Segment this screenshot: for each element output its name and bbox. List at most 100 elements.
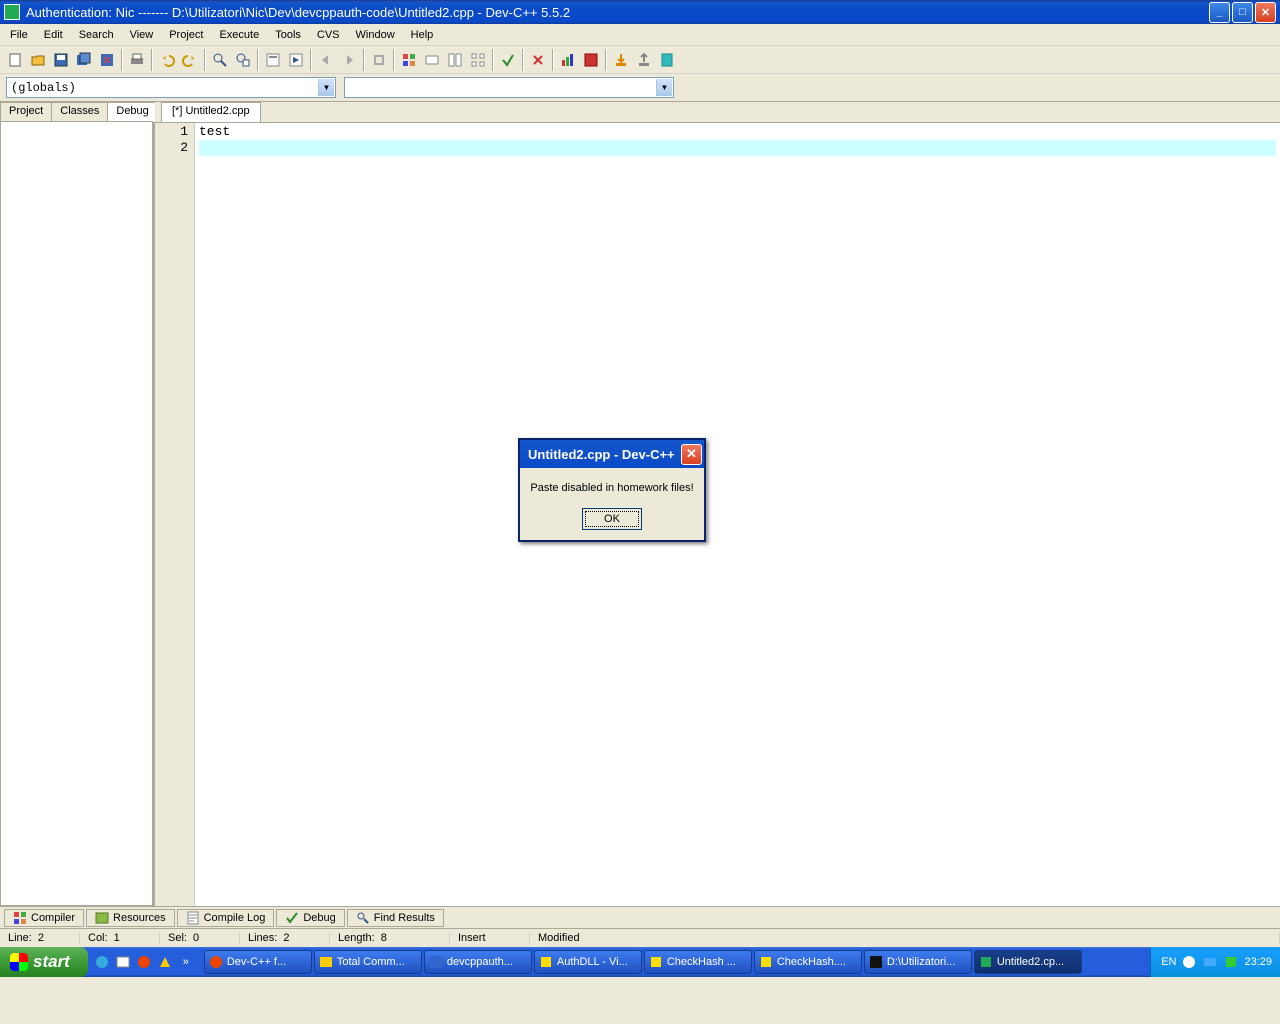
tab-find-results[interactable]: Find Results: [347, 909, 444, 927]
quick-launch-item[interactable]: [113, 952, 133, 972]
language-indicator[interactable]: EN: [1161, 956, 1176, 968]
tray-icon[interactable]: [1202, 954, 1218, 970]
taskbar-item[interactable]: D:\Utilizatori...: [864, 950, 972, 974]
chevron-down-icon[interactable]: ▾: [656, 79, 672, 96]
find-icon: [356, 911, 370, 925]
print-button[interactable]: [126, 49, 148, 71]
taskbar-item[interactable]: AuthDLL - Vi...: [534, 950, 642, 974]
code-line: [199, 140, 1276, 156]
app-icon: [4, 4, 20, 20]
tab-debug[interactable]: Debug: [107, 102, 157, 122]
code-editor[interactable]: 1 2 test: [155, 122, 1280, 906]
toolbar-sep: [393, 49, 395, 71]
chevron-down-icon[interactable]: ▾: [318, 79, 334, 96]
clock[interactable]: 23:29: [1244, 956, 1272, 968]
quick-launch-more[interactable]: »: [176, 952, 196, 972]
minimize-button[interactable]: _: [1209, 2, 1230, 23]
taskbar-item-label: devcppauth...: [447, 956, 513, 968]
dialog-close-button[interactable]: ✕: [681, 444, 702, 465]
code-content[interactable]: test: [195, 123, 1280, 906]
window-buttons: _ □ ✕: [1209, 2, 1276, 23]
status-value: 8: [381, 932, 387, 944]
menu-file[interactable]: File: [2, 27, 36, 43]
menu-cvs[interactable]: CVS: [309, 27, 348, 43]
debug-button[interactable]: [497, 49, 519, 71]
menu-window[interactable]: Window: [348, 27, 403, 43]
menu-tools[interactable]: Tools: [267, 27, 309, 43]
back-button[interactable]: [315, 49, 337, 71]
taskbar-item[interactable]: Total Comm...: [314, 950, 422, 974]
stop-button[interactable]: [527, 49, 549, 71]
new-file-button[interactable]: [4, 49, 26, 71]
menu-help[interactable]: Help: [403, 27, 442, 43]
line-number: 2: [155, 140, 188, 156]
globals-combo[interactable]: (globals) ▾: [6, 77, 336, 98]
file-tab-untitled2[interactable]: [*] Untitled2.cpp: [161, 102, 261, 122]
tab-project[interactable]: Project: [0, 102, 52, 122]
menu-execute[interactable]: Execute: [211, 27, 267, 43]
taskbar-item-label: CheckHash ...: [667, 956, 736, 968]
view-button[interactable]: [444, 49, 466, 71]
open-file-button[interactable]: [27, 49, 49, 71]
tab-resources[interactable]: Resources: [86, 909, 175, 927]
status-line: Line: 2: [0, 932, 80, 944]
start-button[interactable]: start: [0, 947, 88, 977]
taskbar-item-label: CheckHash....: [777, 956, 846, 968]
toolbar-sep: [204, 49, 206, 71]
tab-compiler[interactable]: Compiler: [4, 909, 84, 927]
quick-launch-item[interactable]: [134, 952, 154, 972]
maximize-button[interactable]: □: [1232, 2, 1253, 23]
tray-icon[interactable]: [1181, 954, 1197, 970]
taskbar-item[interactable]: CheckHash....: [754, 950, 862, 974]
menu-search[interactable]: Search: [71, 27, 122, 43]
menu-edit[interactable]: Edit: [36, 27, 71, 43]
find-button[interactable]: [209, 49, 231, 71]
status-label: Lines:: [248, 932, 277, 944]
menu-project[interactable]: Project: [161, 27, 211, 43]
export-button[interactable]: [633, 49, 655, 71]
status-label: Col:: [88, 932, 108, 944]
tab-classes[interactable]: Classes: [51, 102, 108, 122]
toggle-button[interactable]: [421, 49, 443, 71]
tab-compile-log[interactable]: Compile Log: [177, 909, 275, 927]
help-button[interactable]: [656, 49, 678, 71]
taskbar-item[interactable]: Dev-C++ f...: [204, 950, 312, 974]
line-number-gutter: 1 2: [155, 123, 195, 906]
redo-button[interactable]: [179, 49, 201, 71]
close-button[interactable]: ✕: [1255, 2, 1276, 23]
close-file-button[interactable]: [96, 49, 118, 71]
taskbar-item[interactable]: Untitled2.cp...: [974, 950, 1082, 974]
members-combo[interactable]: ▾: [344, 77, 674, 98]
quick-launch-item[interactable]: [92, 952, 112, 972]
ok-button[interactable]: OK: [582, 508, 642, 530]
dialog-title: Untitled2.cpp - Dev-C++: [528, 447, 681, 462]
debug-check-icon: [285, 911, 299, 925]
save-button[interactable]: [50, 49, 72, 71]
goto-button[interactable]: [368, 49, 390, 71]
menu-view[interactable]: View: [122, 27, 162, 43]
import-button[interactable]: [610, 49, 632, 71]
taskbar-item[interactable]: devcppauth...: [424, 950, 532, 974]
tab-bottom-debug[interactable]: Debug: [276, 909, 344, 927]
replace-button[interactable]: [232, 49, 254, 71]
save-all-button[interactable]: [73, 49, 95, 71]
profile-button[interactable]: [557, 49, 579, 71]
run-button[interactable]: [285, 49, 307, 71]
undo-button[interactable]: [156, 49, 178, 71]
statusbar: Line: 2 Col: 1 Sel: 0 Lines: 2 Length: 8…: [0, 928, 1280, 947]
left-panel-content[interactable]: [0, 121, 153, 906]
grid-button[interactable]: [467, 49, 489, 71]
forward-button[interactable]: [338, 49, 360, 71]
insert-button[interactable]: [398, 49, 420, 71]
remove-button[interactable]: [580, 49, 602, 71]
window-titlebar: Authentication: Nic ------- D:\Utilizato…: [0, 0, 1280, 24]
status-insert: Insert: [450, 932, 530, 944]
taskbar-item-label: Dev-C++ f...: [227, 956, 286, 968]
compile-button[interactable]: [262, 49, 284, 71]
combo-toolbar: (globals) ▾ ▾: [0, 74, 1280, 102]
compiler-icon: [13, 911, 27, 925]
taskbar-item[interactable]: CheckHash ...: [644, 950, 752, 974]
taskbar-items: Dev-C++ f... Total Comm... devcppauth...…: [200, 950, 1150, 974]
quick-launch-item[interactable]: [155, 952, 175, 972]
tray-icon[interactable]: [1223, 954, 1239, 970]
